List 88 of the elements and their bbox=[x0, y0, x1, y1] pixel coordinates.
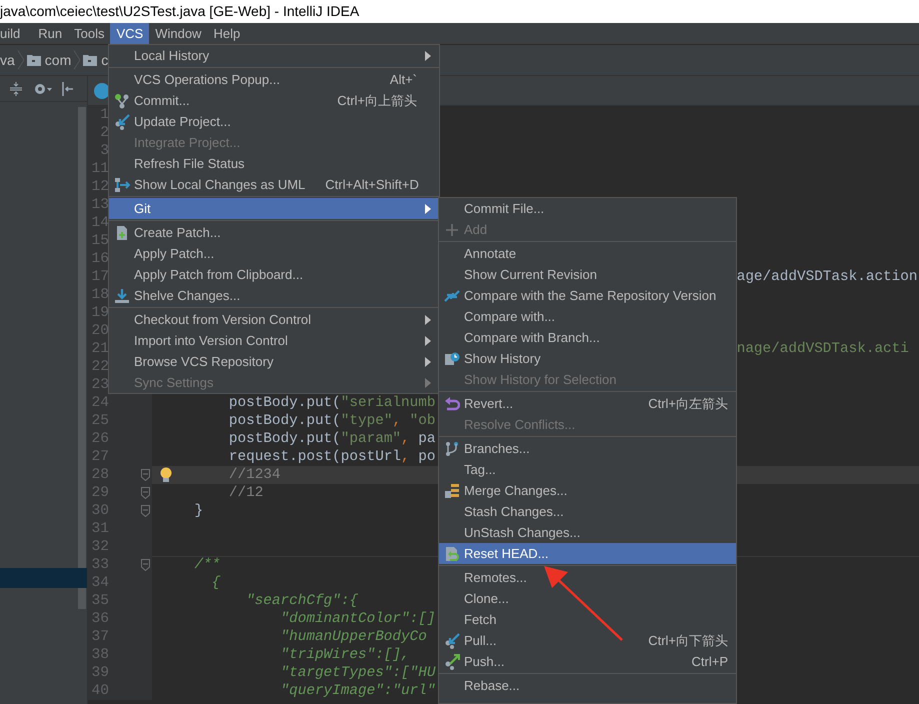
menu-item[interactable]: Compare with the Same Repository Version bbox=[439, 285, 736, 306]
reset-icon bbox=[444, 546, 460, 562]
menu-item[interactable]: Annotate bbox=[439, 243, 736, 264]
code-line: request.post(postUrl, po bbox=[228, 448, 436, 466]
code-line: "dominantColor":[] bbox=[280, 610, 436, 628]
breadcrumb-item[interactable]: com bbox=[26, 52, 72, 68]
menu-item[interactable]: Revert... Ctrl+向左箭头 bbox=[439, 393, 736, 414]
menu-bar-item[interactable]: uild bbox=[0, 23, 26, 44]
menu-item[interactable]: Local History bbox=[109, 45, 439, 66]
fold-marker-icon[interactable] bbox=[141, 469, 150, 481]
menu-item[interactable]: Stash Changes... bbox=[439, 501, 736, 522]
menu-item[interactable]: Merge Changes... bbox=[439, 480, 736, 501]
fold-marker-icon[interactable] bbox=[141, 559, 150, 571]
chevron-icon bbox=[74, 49, 80, 71]
update-icon bbox=[114, 114, 130, 130]
class-icon[interactable] bbox=[94, 82, 110, 98]
code-line: { bbox=[212, 574, 220, 592]
plus-icon bbox=[444, 222, 460, 238]
menu-item[interactable]: VCS Operations Popup... Alt+` bbox=[109, 69, 439, 90]
menu-item[interactable]: Update Project... bbox=[109, 111, 439, 132]
history-icon bbox=[444, 350, 460, 366]
menu-bar-item[interactable]: VCS bbox=[110, 23, 150, 44]
menu-bar-item[interactable]: Window bbox=[149, 23, 208, 44]
menu-item[interactable]: Create Patch... bbox=[109, 222, 439, 243]
commit-icon bbox=[114, 92, 130, 108]
menu-item[interactable]: Branches... bbox=[439, 438, 736, 459]
code-line: "targetTypes":["HU bbox=[280, 664, 436, 682]
push-icon bbox=[444, 654, 460, 670]
code-line: "searchCfg":{ bbox=[246, 592, 358, 610]
breadcrumb-item[interactable]: va bbox=[0, 52, 15, 68]
menu-item[interactable]: Tag... bbox=[439, 459, 736, 480]
branches-icon bbox=[444, 440, 460, 456]
collapse-icon[interactable] bbox=[8, 80, 24, 96]
code-line: "queryImage":"url" bbox=[280, 682, 436, 700]
code-line: } bbox=[194, 502, 204, 520]
menu-item[interactable]: Show Current Revision bbox=[439, 264, 736, 285]
menu-bar-item[interactable]: Run bbox=[32, 23, 68, 44]
code-line: /** bbox=[194, 557, 220, 574]
code-line: //12 bbox=[228, 484, 264, 502]
menu-item[interactable]: Browse VCS Repository bbox=[109, 351, 439, 372]
code-line: postBody.put("serialnumb bbox=[228, 394, 436, 412]
code-line: //1234 bbox=[228, 466, 281, 484]
merge-icon bbox=[444, 482, 460, 498]
menu-item[interactable]: Apply Patch... bbox=[109, 243, 439, 264]
compare-icon bbox=[444, 288, 460, 304]
menu-item[interactable]: Checkout from Version Control bbox=[109, 309, 439, 330]
menu-item[interactable]: Show History bbox=[439, 348, 736, 369]
menu-bar-item[interactable]: Tools bbox=[68, 23, 110, 44]
code-line: "tripWires":[], bbox=[280, 646, 410, 664]
menu-item[interactable]: Rebase... bbox=[439, 675, 736, 696]
folder-icon bbox=[83, 54, 98, 66]
diagram-icon bbox=[114, 176, 130, 192]
menu-item[interactable]: Commit File... bbox=[439, 198, 736, 219]
menu-item[interactable]: Import into Version Control bbox=[109, 330, 439, 351]
menu-item[interactable]: Show Local Changes as UML Ctrl+Alt+Shift+D bbox=[109, 174, 439, 195]
code-line: nage/addVSDTask.acti bbox=[736, 340, 909, 358]
menu-item[interactable]: Reset HEAD... bbox=[439, 543, 736, 564]
hide-icon[interactable] bbox=[62, 82, 74, 96]
fold-marker-icon[interactable] bbox=[141, 487, 150, 499]
pull-icon bbox=[444, 632, 460, 648]
menu-item[interactable]: Compare with... bbox=[439, 306, 736, 327]
breadcrumb-item[interactable]: c bbox=[83, 52, 108, 68]
lightbulb-icon[interactable] bbox=[160, 467, 172, 483]
folder-icon bbox=[26, 54, 41, 66]
menu-item[interactable]: Fetch bbox=[439, 609, 736, 630]
menu-item[interactable]: Remotes... bbox=[439, 567, 736, 588]
revert-icon bbox=[444, 396, 460, 412]
menu-item[interactable]: Git bbox=[109, 198, 439, 219]
code-line: age/addVSDTask.action bbox=[736, 268, 918, 286]
fold-marker-icon[interactable] bbox=[141, 505, 150, 517]
code-line: postBody.put("type", "ob bbox=[228, 412, 436, 430]
menu-item[interactable]: Pull... Ctrl+向下箭头 bbox=[439, 630, 736, 651]
scrollbar[interactable] bbox=[78, 107, 86, 609]
window-title: java\com\ceiec\test\U2STest.java [GE-Web] - IntelliJ IDEA bbox=[0, 0, 919, 23]
menu-item[interactable]: Shelve Changes... bbox=[109, 285, 439, 306]
menu-item[interactable]: Apply Patch from Clipboard... bbox=[109, 264, 439, 285]
menu-item[interactable]: Clone... bbox=[439, 588, 736, 609]
code-line: postBody.put("param", pa bbox=[228, 430, 436, 448]
chevron-icon bbox=[18, 49, 24, 71]
menu-item[interactable]: UnStash Changes... bbox=[439, 522, 736, 543]
menu-item[interactable]: Commit... Ctrl+向上箭头 bbox=[109, 90, 439, 111]
menu-item[interactable]: Push... Ctrl+P bbox=[439, 651, 736, 672]
menu-item[interactable]: Refresh File Status bbox=[109, 153, 439, 174]
shelve-icon bbox=[114, 288, 130, 304]
code-line: "humanUpperBodyCo bbox=[280, 628, 427, 646]
menu-item[interactable]: Compare with Branch... bbox=[439, 327, 736, 348]
settings-icon[interactable] bbox=[34, 82, 52, 96]
menu-bar-item[interactable]: Help bbox=[207, 23, 246, 44]
